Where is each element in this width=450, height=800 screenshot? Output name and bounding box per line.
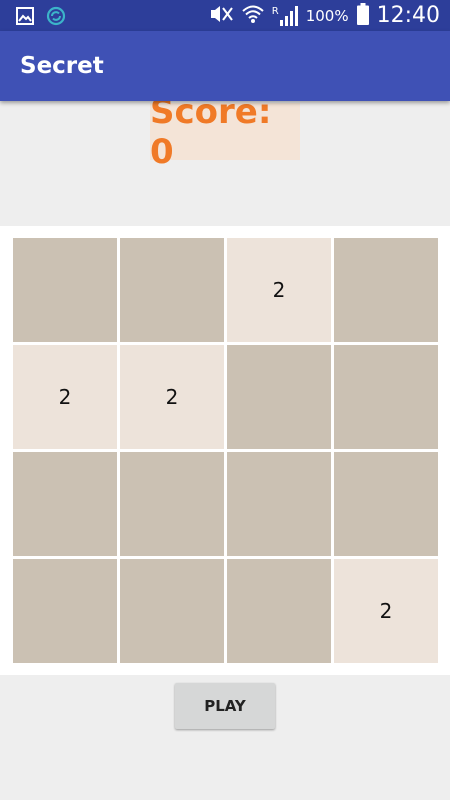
roaming-label: R <box>271 5 279 17</box>
tile: 2 <box>227 238 331 342</box>
tile <box>13 452 117 556</box>
game-board[interactable]: 2 2 2 2 <box>0 226 450 675</box>
tile: 2 <box>13 345 117 449</box>
mute-icon <box>208 4 234 28</box>
tile <box>227 559 331 663</box>
play-button[interactable]: PLAY <box>175 683 275 729</box>
tile <box>120 452 224 556</box>
status-bar: R 100% 12:40 <box>0 0 450 31</box>
tile <box>120 238 224 342</box>
gallery-icon <box>16 7 34 29</box>
wifi-icon <box>242 4 264 28</box>
tile <box>227 452 331 556</box>
tile <box>334 238 438 342</box>
clock: 12:40 <box>376 3 440 28</box>
score-display: Score: 0 <box>150 92 300 172</box>
sync-icon <box>46 6 66 30</box>
battery-percent: 100% <box>305 6 349 25</box>
battery-icon <box>356 2 369 29</box>
signal-icon: R <box>271 5 298 26</box>
tile <box>120 559 224 663</box>
tile <box>334 345 438 449</box>
tile <box>13 559 117 663</box>
app-bar: Secret <box>0 31 450 101</box>
tile: 2 <box>334 559 438 663</box>
tile <box>227 345 331 449</box>
tile <box>334 452 438 556</box>
tile <box>13 238 117 342</box>
tile: 2 <box>120 345 224 449</box>
app-title: Secret <box>20 53 104 79</box>
